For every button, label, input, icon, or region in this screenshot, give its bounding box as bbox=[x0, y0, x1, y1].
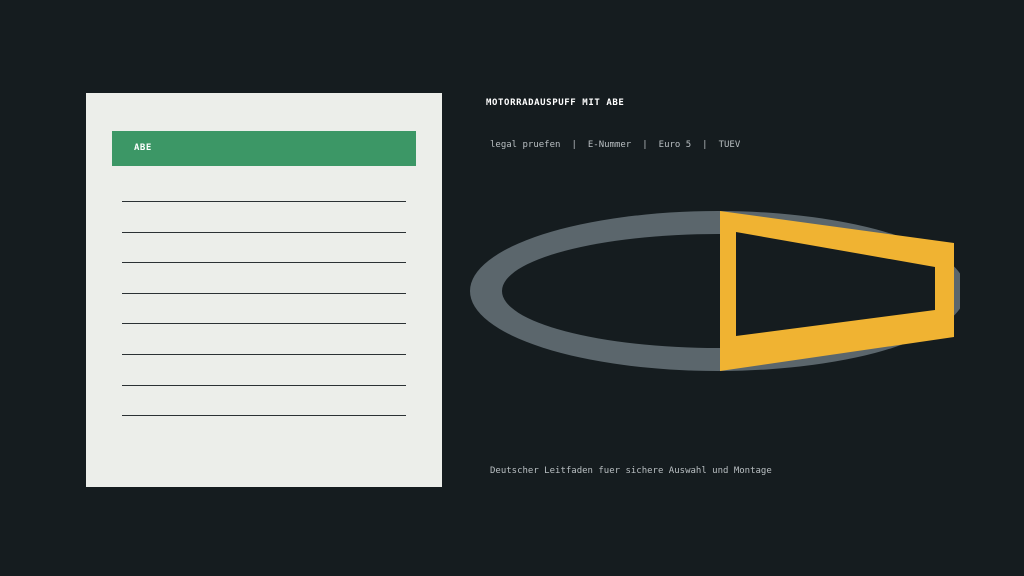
tag-separator: | bbox=[571, 140, 577, 150]
tag-item: E-Nummer bbox=[587, 140, 632, 150]
document-header-label: ABE bbox=[112, 131, 416, 166]
document-line bbox=[122, 292, 406, 294]
document-line bbox=[122, 231, 406, 233]
footer-caption: Deutscher Leitfaden fuer sichere Auswahl… bbox=[490, 466, 772, 476]
document-line bbox=[122, 354, 406, 355]
exhaust-illustration bbox=[470, 211, 960, 371]
tag-list: legal pruefen | E-Nummer | Euro 5 | TUEV bbox=[490, 140, 740, 150]
tag-separator: | bbox=[642, 140, 648, 150]
tag-item: Euro 5 bbox=[658, 140, 692, 150]
tag-item: TUEV bbox=[718, 140, 741, 150]
document-line bbox=[122, 384, 406, 386]
tag-item: legal pruefen bbox=[490, 140, 561, 150]
document-line bbox=[122, 201, 406, 202]
document-card: ABE bbox=[86, 93, 442, 487]
document-line bbox=[122, 262, 406, 264]
tag-separator: | bbox=[702, 140, 708, 150]
document-line bbox=[122, 415, 406, 417]
document-line bbox=[122, 323, 406, 325]
page-title: MOTORRADAUSPUFF MIT ABE bbox=[486, 98, 625, 108]
